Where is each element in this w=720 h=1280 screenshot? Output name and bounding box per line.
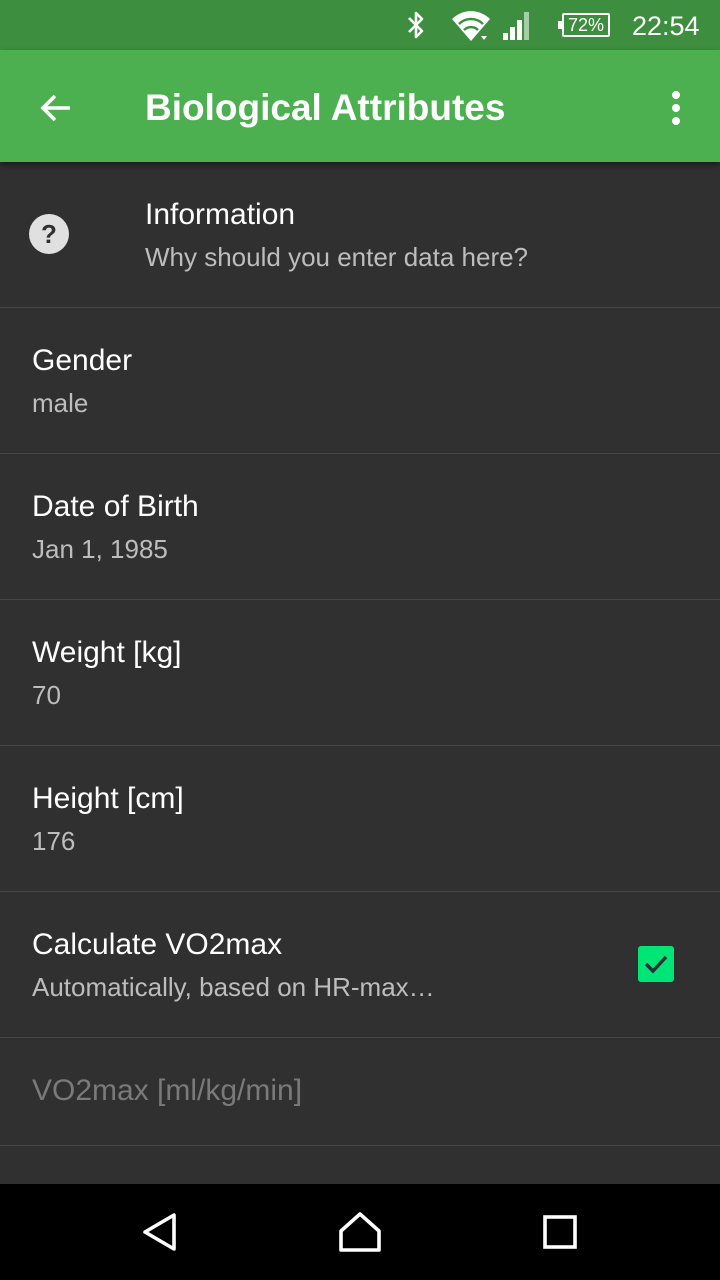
pref-value: male	[32, 388, 89, 418]
pref-gender[interactable]: Gender male	[0, 308, 720, 454]
bluetooth-icon	[402, 0, 430, 50]
back-button[interactable]	[24, 76, 88, 140]
battery-icon: 72%	[558, 0, 620, 50]
pref-vo2max: VO2max [ml/kg/min]	[0, 1038, 720, 1146]
nav-back-icon	[143, 1213, 176, 1251]
vo2max-checkbox[interactable]	[638, 946, 674, 982]
svg-text:?: ?	[41, 219, 57, 249]
pref-title: Calculate VO2max	[32, 928, 283, 961]
help-circle-icon: ?	[29, 214, 69, 254]
battery-level: 72%	[558, 13, 610, 37]
pref-value: 70	[32, 680, 61, 710]
status-bar: 72% 22:54	[0, 0, 720, 50]
navigation-bar	[0, 1184, 720, 1280]
preference-list: ? Information Why should you enter data …	[0, 162, 720, 1146]
pref-summary: Automatically, based on HR-max…	[32, 972, 435, 1002]
pref-calculate-vo2max[interactable]: Calculate VO2max Automatically, based on…	[0, 892, 720, 1038]
pref-height[interactable]: Height [cm] 176	[0, 746, 720, 892]
screen: 72% 22:54 Biological Attributes ? Inform	[0, 0, 720, 1280]
check-icon	[644, 955, 668, 974]
arrow-back-icon	[40, 94, 70, 122]
pref-date-of-birth[interactable]: Date of Birth Jan 1, 1985	[0, 454, 720, 600]
more-vert-icon	[672, 91, 680, 125]
pref-title: Date of Birth	[32, 490, 199, 523]
pref-value: Jan 1, 1985	[32, 534, 168, 564]
status-time: 22:54	[632, 11, 700, 41]
page-title: Biological Attributes	[145, 87, 506, 128]
nav-back-button[interactable]	[130, 1202, 190, 1262]
pref-weight[interactable]: Weight [kg] 70	[0, 600, 720, 746]
nav-home-icon	[339, 1212, 381, 1252]
pref-title: Information	[145, 198, 296, 231]
pref-information[interactable]: ? Information Why should you enter data …	[0, 162, 720, 308]
pref-title: Height [cm]	[32, 782, 184, 815]
app-bar: Biological Attributes	[0, 50, 720, 162]
nav-recents-button[interactable]	[530, 1202, 590, 1262]
wifi-icon	[450, 0, 492, 50]
pref-value: 176	[32, 826, 76, 856]
overflow-menu-button[interactable]	[652, 76, 700, 140]
nav-home-button[interactable]	[330, 1202, 390, 1262]
pref-title: VO2max [ml/kg/min]	[32, 1074, 303, 1107]
cell-signal-icon	[500, 0, 534, 50]
pref-summary: Why should you enter data here?	[145, 242, 529, 272]
pref-title: Weight [kg]	[32, 636, 182, 669]
nav-recents-icon	[543, 1215, 577, 1249]
pref-title: Gender	[32, 344, 133, 377]
